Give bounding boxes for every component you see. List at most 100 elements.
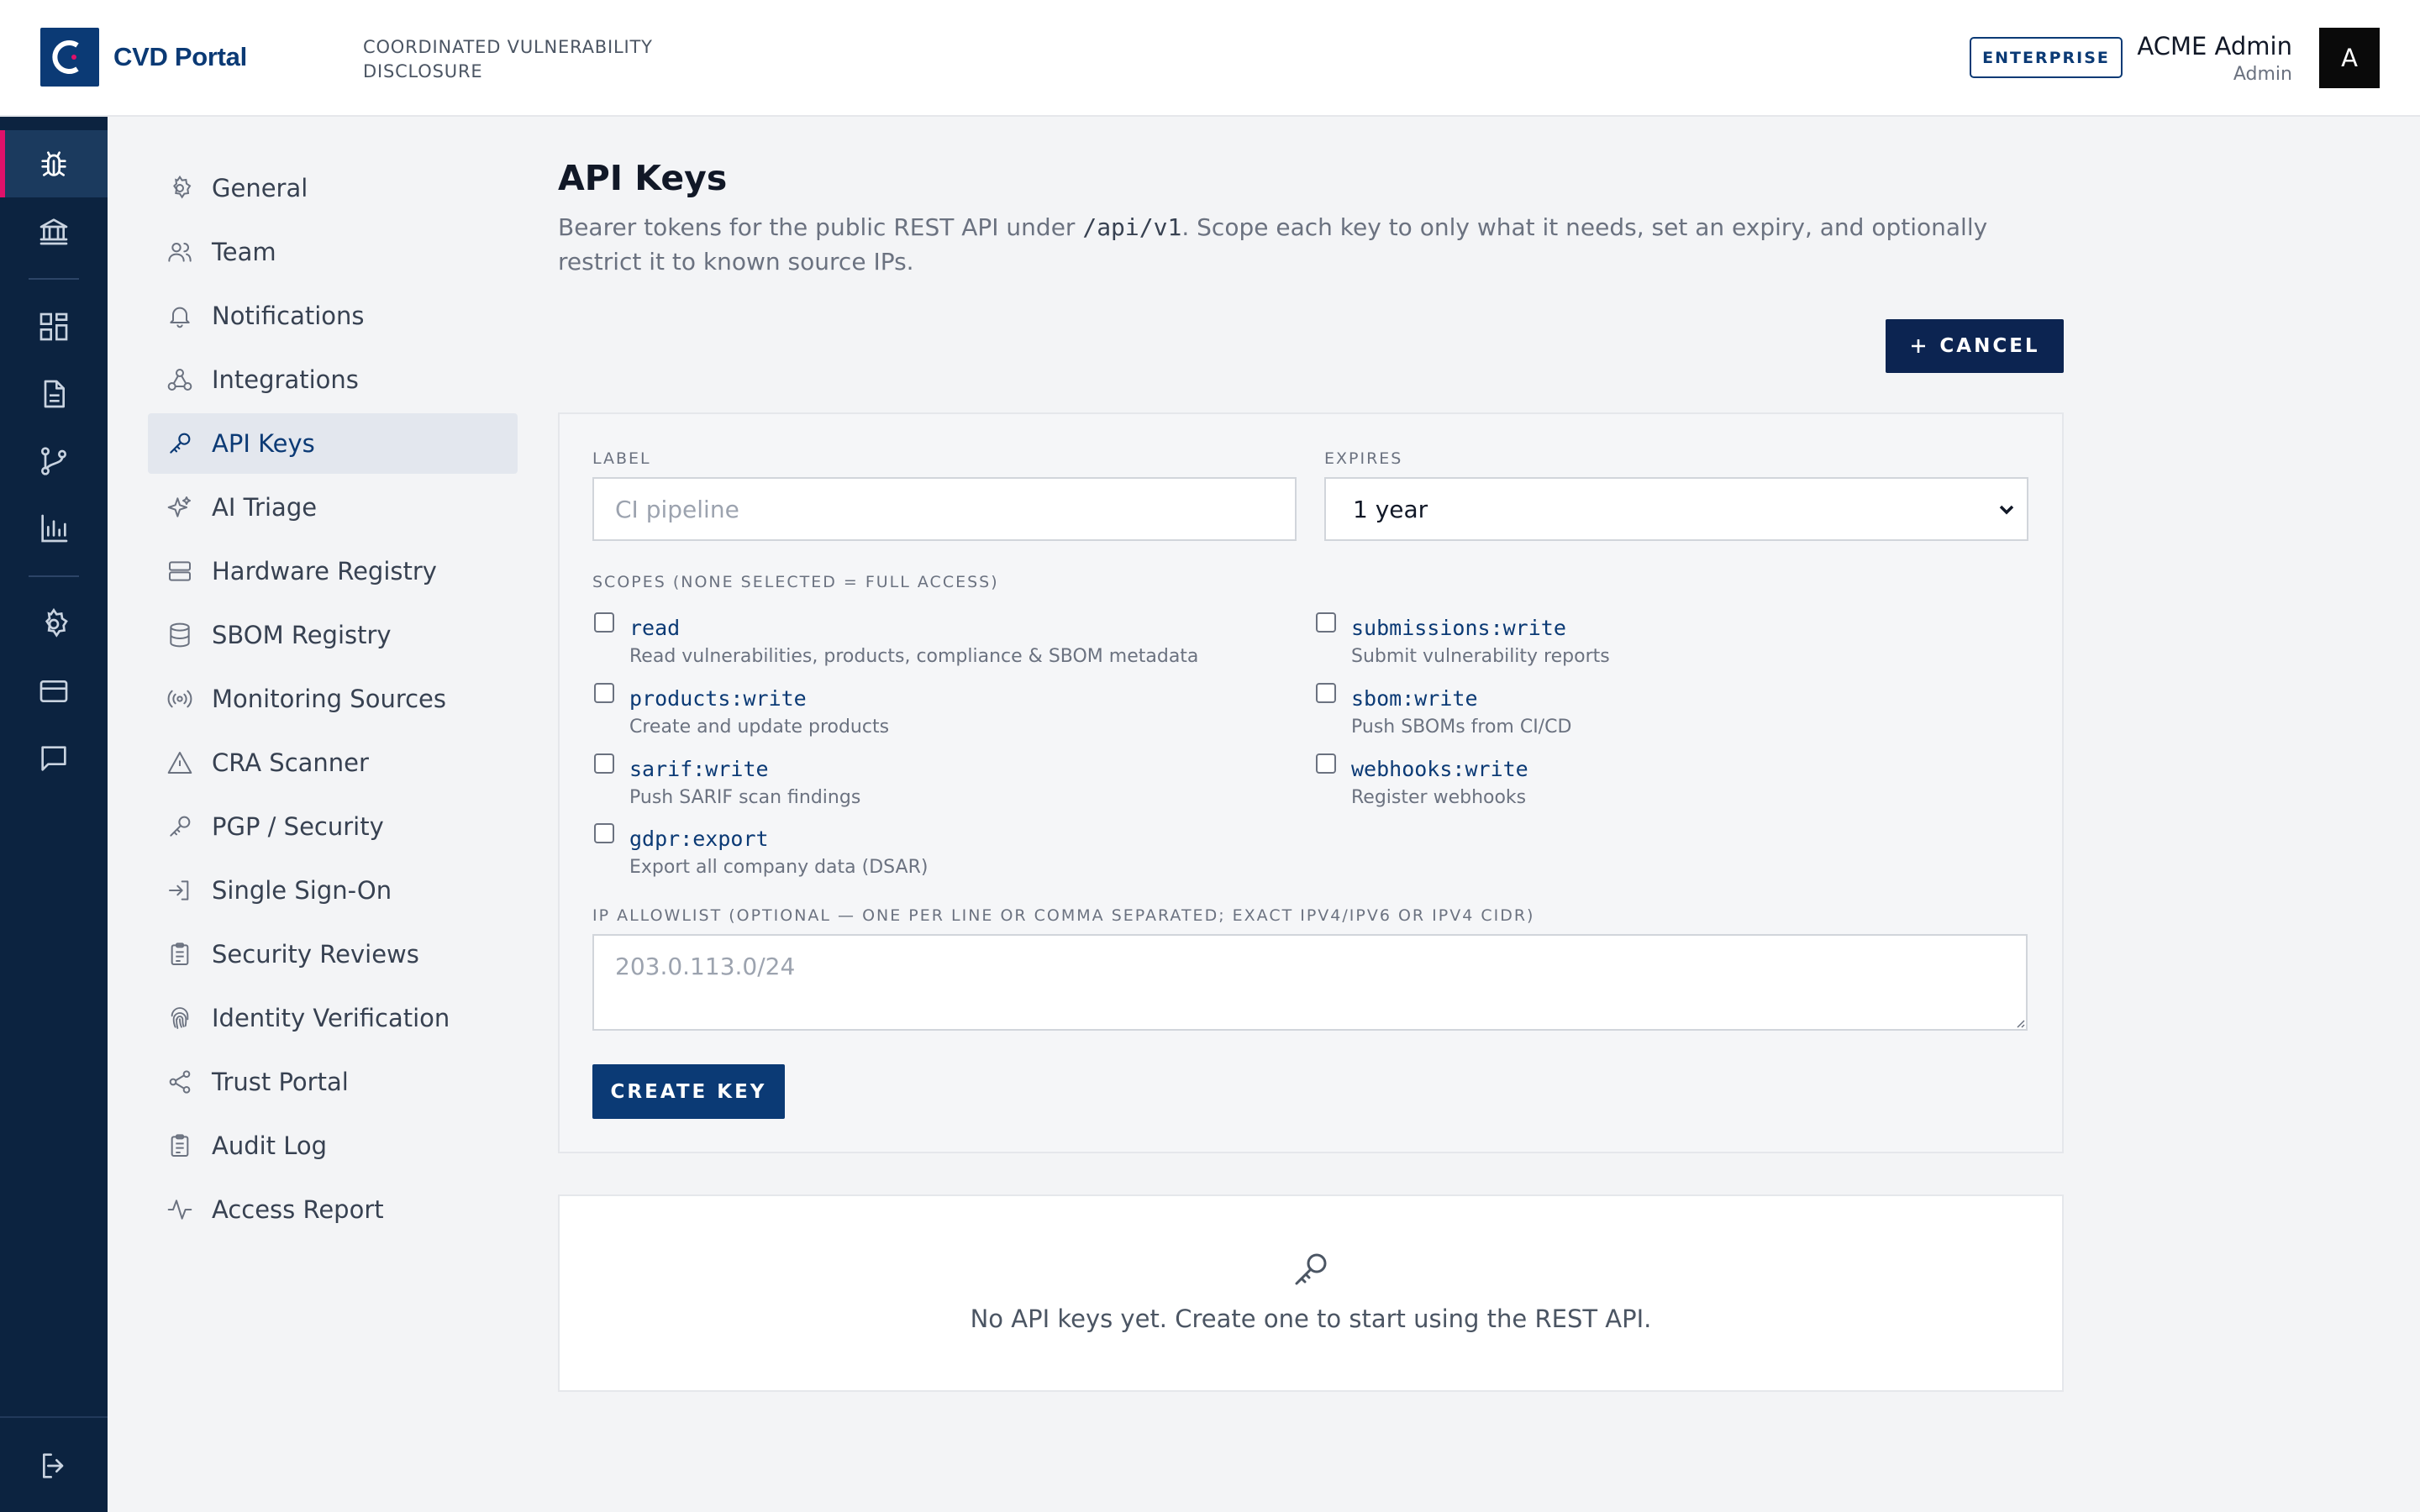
rail-credit-card-icon[interactable] [0, 658, 108, 725]
warning-icon [167, 752, 192, 774]
users-icon [168, 243, 192, 262]
scope-sbom-write: sbom:write Push SBOMs from CI/CD [1316, 683, 1954, 745]
nav-item-label: Security Reviews [212, 940, 419, 969]
scope-products-write: products:write Create and update product… [594, 683, 1233, 745]
ip-allowlist-label: IP ALLOWLIST (OPTIONAL — ONE PER LINE OR… [592, 906, 1535, 925]
activity-icon [167, 1200, 192, 1220]
nav-item-notifications[interactable]: Notifications [148, 286, 518, 346]
user-role: Admin [2233, 64, 2292, 85]
create-key-button[interactable]: CREATE KEY [592, 1064, 785, 1119]
api-path-code: /api/v1 [1082, 213, 1182, 241]
nav-item-label: Audit Log [212, 1131, 328, 1160]
nav-item-team[interactable]: Team [148, 222, 518, 282]
nav-item-identity-verification[interactable]: Identity Verification [148, 988, 518, 1048]
nav-item-security-reviews[interactable]: Security Reviews [148, 924, 518, 984]
scope-read: read Read vulnerabilities, products, com… [594, 612, 1233, 675]
login-icon [169, 880, 189, 900]
scope-submissions-write: submissions:write Submit vulnerability r… [1316, 612, 1954, 675]
scope-checkbox[interactable] [594, 753, 614, 774]
rail-document-icon[interactable] [0, 360, 108, 428]
nav-item-label: General [212, 174, 308, 202]
nav-item-pgp-security[interactable]: PGP / Security [148, 796, 518, 857]
rail-gear-icon[interactable] [0, 591, 108, 658]
nav-item-monitoring-sources[interactable]: Monitoring Sources [148, 669, 518, 729]
rail-divider [0, 1416, 108, 1418]
brand-name[interactable]: CVD Portal [113, 42, 247, 72]
scope-sarif-write: sarif:write Push SARIF scan findings [594, 753, 1233, 816]
scope-name: products:write [629, 686, 807, 711]
nav-item-label: Access Report [212, 1195, 384, 1224]
resize-grip-icon[interactable] [2013, 1016, 2025, 1028]
share-icon [169, 1070, 191, 1094]
scope-checkbox[interactable] [1316, 683, 1336, 703]
scope-checkbox[interactable] [594, 683, 614, 703]
scope-checkbox[interactable] [1316, 612, 1336, 633]
nav-item-label: AI Triage [212, 493, 318, 522]
scope-checkbox[interactable] [1316, 753, 1336, 774]
scope-description: Push SBOMs from CI/CD [1351, 717, 1572, 738]
scope-description: Export all company data (DSAR) [629, 857, 929, 878]
nav-item-api-keys[interactable]: API Keys [148, 413, 518, 474]
nav-item-label: API Keys [212, 429, 315, 458]
nav-item-single-sign-on[interactable]: Single Sign-On [148, 860, 518, 921]
clipboard-icon [171, 1134, 189, 1157]
scope-description: Submit vulnerability reports [1351, 646, 1610, 667]
scope-name: sarif:write [629, 757, 769, 781]
nav-item-trust-portal[interactable]: Trust Portal [148, 1052, 518, 1112]
nav-item-cra-scanner[interactable]: CRA Scanner [148, 732, 518, 793]
expires-field-label: EXPIRES [1324, 449, 1403, 468]
nav-item-label: PGP / Security [212, 812, 384, 841]
scope-name: submissions:write [1351, 616, 1566, 640]
icon-rail [0, 117, 108, 1512]
scope-gdpr-export: gdpr:export Export all company data (DSA… [594, 823, 1233, 885]
nav-item-label: Identity Verification [212, 1004, 450, 1032]
top-bar: CVD Portal COORDINATED VULNERABILITY DIS… [0, 0, 2420, 117]
scope-checkbox[interactable] [594, 612, 614, 633]
rail-divider [29, 278, 79, 280]
nav-item-label: Hardware Registry [212, 557, 437, 585]
bell-icon [170, 307, 190, 328]
nav-item-integrations[interactable]: Integrations [148, 349, 518, 410]
rail-bank-icon[interactable] [0, 197, 108, 265]
rail-divider [29, 575, 79, 577]
cancel-button[interactable]: CANCEL [1886, 319, 2064, 373]
nav-item-sbom-registry[interactable]: SBOM Registry [148, 605, 518, 665]
api-keys-empty-state [558, 1194, 2064, 1392]
empty-state-message: No API keys yet. Create one to start usi… [970, 1305, 1652, 1333]
nav-item-access-report[interactable]: Access Report [148, 1179, 518, 1240]
nav-item-general[interactable]: General [148, 158, 518, 218]
nav-item-ai-triage[interactable]: AI Triage [148, 477, 518, 538]
page-title: API Keys [558, 158, 728, 198]
key-icon [170, 433, 191, 454]
rail-git-branch-icon[interactable] [0, 428, 108, 495]
ip-allowlist-textarea[interactable] [592, 934, 2028, 1031]
rail-bug-icon[interactable] [0, 130, 108, 197]
plus-icon [1912, 339, 1926, 353]
webhook-icon [167, 369, 192, 391]
rail-bar-chart-icon[interactable] [0, 495, 108, 562]
nav-item-hardware-registry[interactable]: Hardware Registry [148, 541, 518, 601]
user-name: ACME Admin [2137, 32, 2292, 60]
scope-checkbox[interactable] [594, 823, 614, 843]
label-input[interactable] [592, 477, 1297, 541]
nav-item-label: Notifications [212, 302, 365, 330]
plan-badge: ENTERPRISE [1970, 37, 2123, 78]
brand-logo-icon[interactable] [40, 28, 99, 87]
nav-item-label: Single Sign-On [212, 876, 392, 905]
brand-tagline: COORDINATED VULNERABILITY DISCLOSURE [363, 37, 653, 81]
expires-select-value: 1 year [1353, 495, 1428, 523]
avatar[interactable]: A [2319, 28, 2380, 88]
rail-dashboard-icon[interactable] [0, 293, 108, 360]
scope-webhooks-write: webhooks:write Register webhooks [1316, 753, 1954, 816]
nav-item-audit-log[interactable]: Audit Log [148, 1116, 518, 1176]
page-description: Bearer tokens for the public REST API un… [558, 210, 2070, 279]
scope-name: gdpr:export [629, 827, 769, 851]
nav-item-label: SBOM Registry [212, 621, 392, 649]
rail-chat-icon[interactable] [0, 725, 108, 792]
nav-item-label: Team [212, 238, 276, 266]
expires-select[interactable]: 1 year [1324, 477, 2028, 541]
scope-description: Read vulnerabilities, products, complian… [629, 646, 1199, 667]
rail-logout-icon[interactable] [0, 1432, 108, 1499]
scope-name: sbom:write [1351, 686, 1478, 711]
scope-name: webhooks:write [1351, 757, 1528, 781]
